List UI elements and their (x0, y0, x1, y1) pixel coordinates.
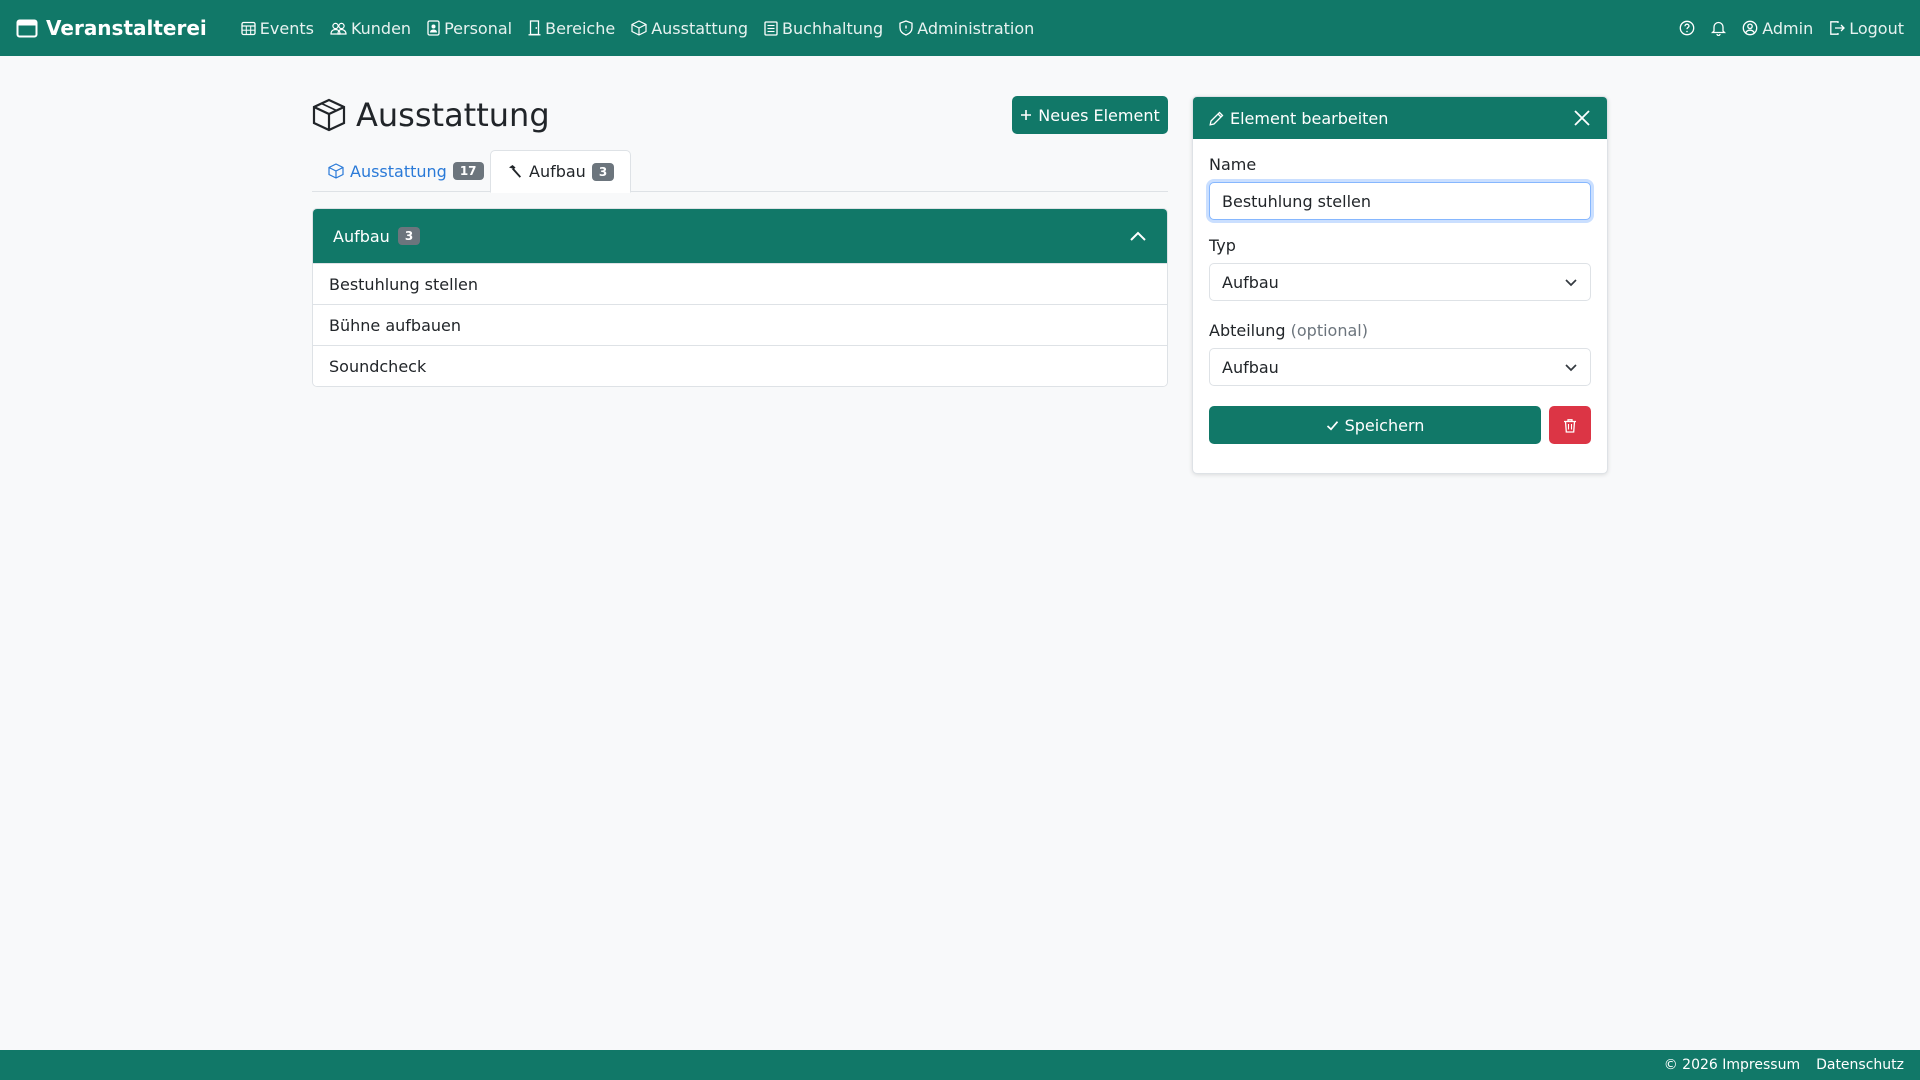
user-menu[interactable]: Admin (1742, 19, 1813, 38)
edit-panel-header: Element bearbeiten (1193, 97, 1607, 139)
tab-ausstattung-count: 17 (452, 162, 484, 180)
group-title: Aufbau (333, 226, 390, 246)
edit-panel: Element bearbeiten Name Typ Aufbau Abtei… (1192, 96, 1608, 474)
list-item-label: Bestuhlung stellen (329, 274, 479, 294)
footer-datenschutz-link[interactable]: Datenschutz (1816, 1057, 1904, 1073)
list-item[interactable]: Soundcheck (313, 345, 1167, 386)
new-element-button[interactable]: Neues Element (1012, 96, 1168, 134)
footer-impressum-link[interactable]: © 2026 Impressum (1664, 1057, 1800, 1073)
calendar-icon (16, 18, 38, 38)
type-select-value: Aufbau (1222, 272, 1279, 292)
logout-link[interactable]: Logout (1829, 19, 1904, 38)
department-label: Abteilung (optional) (1209, 321, 1591, 340)
nav-personal[interactable]: Personal (427, 19, 512, 38)
list-item[interactable]: Bühne aufbauen (313, 304, 1167, 345)
plus-icon (1020, 109, 1032, 121)
nav-ausstattung-label: Ausstattung (651, 18, 749, 38)
nav-administration-label: Administration (917, 18, 1035, 38)
type-label: Typ (1209, 236, 1236, 255)
tab-aufbau-label: Aufbau (529, 162, 586, 181)
nav-administration[interactable]: Administration (899, 19, 1034, 38)
nav-ausstattung[interactable]: Ausstattung (631, 19, 748, 38)
tab-ausstattung-label: Ausstattung (350, 161, 447, 181)
tab-aufbau-count: 3 (591, 162, 615, 181)
question-circle-icon (1679, 20, 1695, 36)
tab-ausstattung[interactable]: Ausstattung 17 (312, 150, 500, 192)
name-label: Name (1209, 155, 1257, 174)
nav-buchhaltung[interactable]: Buchhaltung (764, 19, 883, 38)
bell-icon (1711, 20, 1727, 36)
nav-buchhaltung-label: Buchhaltung (782, 18, 884, 38)
box-icon (328, 163, 344, 179)
nav-kunden-label: Kunden (350, 18, 412, 38)
name-input[interactable] (1209, 182, 1591, 220)
logout-icon (1829, 20, 1846, 36)
edit-panel-title: Element bearbeiten (1230, 108, 1389, 128)
top-navbar: Veranstalterei Events Kunden Personal Be… (0, 0, 1920, 56)
type-select[interactable]: Aufbau (1209, 263, 1591, 301)
page-title-text: Ausstattung (356, 96, 550, 134)
form-actions: Speichern (1209, 406, 1591, 444)
list-item-label: Soundcheck (329, 356, 427, 376)
people-icon (330, 21, 347, 36)
group-header[interactable]: Aufbau 3 (313, 209, 1167, 263)
delete-button[interactable] (1549, 406, 1591, 444)
department-optional-hint: (optional) (1290, 321, 1368, 340)
person-badge-icon (427, 20, 440, 36)
journal-icon (764, 20, 778, 36)
category-tabs: Ausstattung 17 Aufbau 3 (312, 150, 1168, 193)
department-select-value: Aufbau (1222, 357, 1279, 377)
nav-personal-label: Personal (444, 18, 513, 38)
list-item-label: Bühne aufbauen (329, 315, 461, 335)
nav-bereiche[interactable]: Bereiche (528, 19, 615, 38)
person-circle-icon (1742, 20, 1758, 36)
save-label: Speichern (1344, 415, 1425, 435)
nav-bereiche-label: Bereiche (545, 18, 616, 38)
save-button[interactable]: Speichern (1209, 406, 1541, 444)
new-element-label: Neues Element (1038, 105, 1160, 125)
list-item[interactable]: Bestuhlung stellen (313, 263, 1167, 304)
brand-name: Veranstalterei (46, 16, 207, 40)
box-icon (631, 20, 647, 36)
check-icon (1326, 420, 1339, 431)
notifications-button[interactable] (1711, 20, 1727, 36)
group-count: 3 (397, 227, 421, 245)
department-select[interactable]: Aufbau (1209, 348, 1591, 386)
hammer-icon (507, 164, 523, 180)
brand-link[interactable]: Veranstalterei (16, 16, 207, 40)
nav-events[interactable]: Events (241, 19, 314, 38)
logout-label: Logout (1849, 18, 1904, 38)
tab-aufbau[interactable]: Aufbau 3 (490, 150, 632, 193)
user-name: Admin (1762, 18, 1814, 38)
nav-right: Admin Logout (1679, 19, 1904, 38)
nav-events-label: Events (259, 18, 314, 38)
group-card: Aufbau 3 Bestuhlung stellen Bühne aufbau… (312, 208, 1168, 387)
shield-icon (899, 20, 913, 36)
door-icon (528, 20, 541, 36)
nav-kunden[interactable]: Kunden (330, 19, 411, 38)
footer: © 2026 Impressum Datenschutz (0, 1050, 1920, 1080)
pencil-icon (1209, 111, 1224, 126)
box-icon (312, 98, 346, 132)
calendar-table-icon (241, 21, 256, 36)
trash-icon (1563, 418, 1577, 433)
chevron-up-icon[interactable] (1129, 230, 1147, 242)
department-label-text: Abteilung (1209, 321, 1286, 340)
chevron-down-icon (1564, 362, 1578, 372)
chevron-down-icon (1564, 277, 1578, 287)
main-nav: Events Kunden Personal Bereiche Ausstatt… (241, 19, 1034, 38)
close-icon[interactable] (1573, 109, 1591, 127)
help-button[interactable] (1679, 20, 1695, 36)
edit-form: Name Typ Aufbau Abteilung (optional) Auf… (1193, 139, 1607, 460)
page-title: Ausstattung (312, 96, 550, 134)
